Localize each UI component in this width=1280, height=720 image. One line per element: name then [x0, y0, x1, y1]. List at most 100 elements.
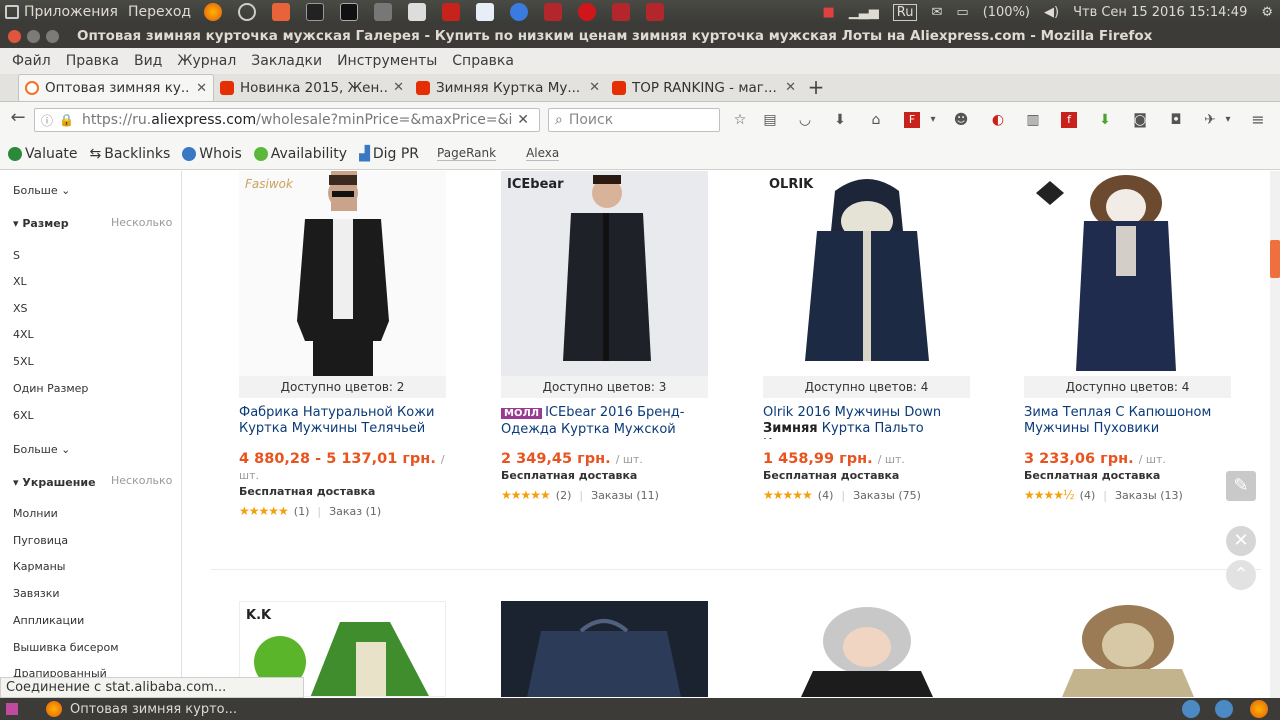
- scrollbar-thumb[interactable]: [1270, 240, 1280, 278]
- product-card[interactable]: ICEbear Доступно цветов: 3 МОЛЛ ICEbear 2…: [501, 171, 708, 502]
- review-count[interactable]: (2): [556, 489, 572, 502]
- valuate-button[interactable]: Valuate: [8, 146, 78, 162]
- tray-firefox-icon[interactable]: [1250, 700, 1268, 718]
- product-title[interactable]: МОЛЛ ICEbear 2016 Бренд- Одежда Куртка Муж…: [501, 405, 708, 439]
- tab-3[interactable]: Зимняя Куртка Му... ✕: [410, 74, 606, 101]
- rating-stars-icon[interactable]: ★★★★★: [501, 488, 551, 502]
- menu-file[interactable]: Файл: [12, 53, 51, 69]
- tab-close-icon[interactable]: ✕: [589, 80, 600, 95]
- close-window-button[interactable]: [8, 29, 21, 43]
- scroll-to-top-button[interactable]: ⌃: [1226, 560, 1256, 590]
- product-image[interactable]: ICEbear: [501, 171, 708, 376]
- multi-select-link[interactable]: Несколько: [111, 216, 172, 229]
- backlinks-button[interactable]: ⇆ Backlinks: [90, 146, 171, 162]
- lock-icon[interactable]: 🔒: [59, 113, 74, 127]
- filezilla-icon[interactable]: [442, 3, 461, 21]
- firefox-icon[interactable]: [204, 3, 223, 21]
- dropdown-icon-2[interactable]: ▾: [1220, 112, 1236, 128]
- alexa-label[interactable]: Alexa: [526, 146, 560, 161]
- pocket-icon[interactable]: ◡: [797, 112, 813, 128]
- camera-icon[interactable]: [374, 3, 393, 21]
- text-editor-icon[interactable]: [408, 3, 427, 21]
- menu-history[interactable]: Журнал: [177, 53, 236, 69]
- more-sizes-link[interactable]: Больше ⌄: [13, 184, 70, 197]
- review-count[interactable]: (1): [294, 505, 310, 518]
- product-title[interactable]: Зима Теплая С Капюшоном Мужчины Пуховики: [1024, 405, 1231, 439]
- instagram-icon[interactable]: ◘: [1168, 112, 1184, 128]
- size-option[interactable]: XL: [13, 275, 27, 288]
- volume-icon[interactable]: ◀): [1044, 5, 1059, 20]
- addon-red-icon[interactable]: ◐: [990, 112, 1006, 128]
- decoration-option[interactable]: Молнии: [13, 507, 58, 520]
- tab-close-icon[interactable]: ✕: [393, 80, 404, 95]
- rating-stars-icon[interactable]: ★★★★★: [763, 488, 813, 502]
- decoration-option[interactable]: Вышивка бисером: [13, 641, 119, 654]
- product-title[interactable]: Olrik 2016 Мужчины Down Зимняя Куртка Пал…: [763, 405, 970, 439]
- size-filter-header[interactable]: ▾ Размер: [13, 217, 69, 230]
- dropdown-icon[interactable]: ▾: [925, 112, 941, 128]
- availability-button[interactable]: Availability: [253, 146, 347, 162]
- search-input[interactable]: ⌕ Поиск: [548, 108, 720, 132]
- tab-close-icon[interactable]: ✕: [196, 81, 207, 96]
- apps-menu[interactable]: Приложения: [0, 0, 123, 24]
- product-image[interactable]: [1024, 601, 1231, 697]
- app-red-icon-3[interactable]: [646, 3, 665, 21]
- app-red-icon-1[interactable]: [544, 3, 563, 21]
- tab-close-icon[interactable]: ✕: [785, 80, 796, 95]
- download-green-icon[interactable]: ⬇: [1097, 112, 1113, 128]
- product-image[interactable]: Fasiwok: [239, 171, 446, 376]
- addon-grey-icon[interactable]: ▥: [1025, 112, 1041, 128]
- workspace-icon[interactable]: [6, 703, 18, 715]
- battery-icon[interactable]: ▭: [956, 5, 968, 20]
- menu-view[interactable]: Вид: [134, 53, 162, 69]
- rating-stars-icon[interactable]: ★★★★★: [239, 504, 289, 518]
- chat-icon[interactable]: ☻: [953, 112, 969, 128]
- order-count[interactable]: Заказы (13): [1115, 489, 1183, 502]
- multi-select-link[interactable]: Несколько: [111, 474, 172, 487]
- keyboard-layout[interactable]: Ru: [892, 3, 918, 21]
- size-option[interactable]: S: [13, 249, 20, 262]
- menu-help[interactable]: Справка: [452, 53, 514, 69]
- back-arrow-icon[interactable]: ←: [10, 109, 26, 127]
- menu-bookmarks[interactable]: Закладки: [251, 53, 322, 69]
- camera-record-icon[interactable]: ■: [822, 5, 834, 20]
- digpr-button[interactable]: ▟ Dig PR: [359, 146, 419, 162]
- download-icon[interactable]: ⬇: [832, 112, 848, 128]
- new-tab-button[interactable]: +: [802, 74, 830, 101]
- tray-globe-icon-2[interactable]: [1215, 700, 1233, 718]
- tab-1[interactable]: Оптовая зимняя ку... ✕: [18, 74, 214, 101]
- decoration-option[interactable]: Аппликации: [13, 614, 84, 627]
- edit-pencil-button[interactable]: ✎: [1226, 471, 1256, 501]
- clear-url-icon[interactable]: ✕: [517, 112, 529, 128]
- minimize-window-button[interactable]: [27, 29, 40, 43]
- decoration-option[interactable]: Пуговица: [13, 534, 68, 547]
- opera-icon[interactable]: [578, 3, 597, 21]
- home-folder-icon[interactable]: [272, 3, 291, 21]
- tray-globe-icon[interactable]: [1182, 700, 1200, 718]
- terminal-icon[interactable]: [340, 3, 359, 21]
- camera-addon-icon[interactable]: ◙: [1132, 112, 1148, 128]
- decoration-option[interactable]: Завязки: [13, 587, 60, 600]
- decoration-filter-header[interactable]: ▾ Украшение: [13, 476, 96, 489]
- home-icon[interactable]: ⌂: [868, 112, 884, 128]
- review-count[interactable]: (4): [818, 489, 834, 502]
- rating-stars-icon[interactable]: ★★★★½: [1024, 488, 1075, 502]
- pagerank-label[interactable]: PageRank: [437, 146, 497, 161]
- maximize-window-button[interactable]: [46, 29, 59, 43]
- review-count[interactable]: (4): [1080, 489, 1096, 502]
- addon-tools-icon[interactable]: ✈: [1202, 112, 1218, 128]
- close-overlay-button[interactable]: ✕: [1226, 526, 1256, 556]
- size-option[interactable]: XS: [13, 302, 28, 315]
- product-image[interactable]: OLRIK: [763, 171, 970, 376]
- product-image[interactable]: [1024, 171, 1231, 376]
- product-card[interactable]: Доступно цветов: 4 Зима Теплая С Капюшон…: [1024, 171, 1231, 502]
- reading-list-icon[interactable]: ▤: [762, 112, 778, 128]
- more-decos-link[interactable]: Больше ⌄: [13, 443, 70, 456]
- product-card[interactable]: OLRIK Доступно цветов: 4 Olrik 2016 Мужч…: [763, 171, 970, 502]
- order-count[interactable]: Заказы (75): [853, 489, 921, 502]
- go-menu[interactable]: Переход: [123, 0, 196, 24]
- product-title[interactable]: Фабрика Натуральной Кожи Куртка Мужчины Т…: [239, 405, 446, 439]
- url-bar[interactable]: ⓘ 🔒 https://ru.aliexpress.com/wholesale?…: [34, 108, 540, 132]
- taskbar-window-item[interactable]: Оптовая зимняя курто...: [70, 702, 237, 717]
- order-count[interactable]: Заказы (11): [591, 489, 659, 502]
